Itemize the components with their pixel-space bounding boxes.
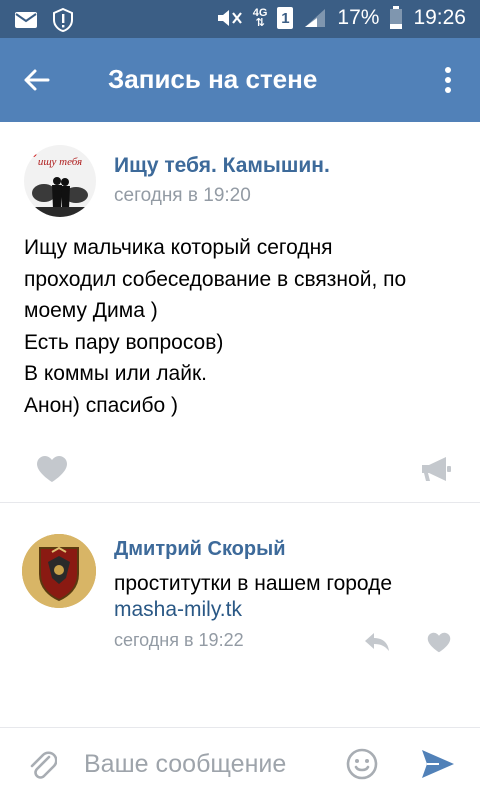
post-text-line: проходил собеседование в связной, по: [24, 267, 407, 291]
post-text-line: В коммы или лайк.: [24, 362, 207, 385]
post-text-line: Есть пару вопросов): [24, 330, 224, 354]
attach-button[interactable]: [24, 744, 60, 784]
megaphone-icon: [422, 457, 451, 481]
status-bar: 4G ⇅ 1 17% 19:26: [0, 0, 480, 38]
heart-icon: [37, 456, 67, 482]
reply-icon: [365, 633, 389, 651]
mute-icon: [215, 7, 243, 29]
more-options-button[interactable]: [430, 58, 466, 102]
send-button[interactable]: [418, 746, 458, 782]
post-author-name[interactable]: Ищу тебя. Камышин.: [114, 154, 330, 178]
battery-icon: [389, 6, 403, 30]
emoji-button[interactable]: [344, 746, 380, 782]
more-vertical-icon: [445, 67, 451, 93]
post-author-avatar[interactable]: ищу тебя: [24, 145, 96, 217]
comment-author-avatar[interactable]: [22, 534, 96, 608]
message-input[interactable]: [84, 742, 334, 786]
clock: 19:26: [413, 6, 466, 29]
post-text-line: Ищу мальчика который сегодня: [24, 236, 333, 259]
sim-icon: 1: [277, 7, 294, 29]
back-button[interactable]: [14, 58, 58, 102]
network-type: 4G ⇅: [252, 7, 268, 29]
comment-reply-button[interactable]: [362, 628, 392, 656]
composer-divider: [0, 727, 480, 728]
smile-icon: [346, 748, 378, 780]
paperclip-icon: [30, 751, 57, 779]
post-text-line: моему Дима ): [24, 299, 158, 322]
avatar-caption: ищу тебя: [38, 156, 82, 168]
page-title: Запись на стене: [108, 64, 318, 94]
mail-icon: [14, 11, 38, 29]
comment-like-button[interactable]: [424, 628, 454, 656]
app-bar: Запись на стене: [0, 38, 480, 122]
comment-text: проститутки в нашем городе: [114, 572, 393, 595]
send-icon: [422, 750, 454, 778]
battery-percent: 17%: [337, 6, 380, 29]
heart-icon: [427, 632, 451, 652]
alert-icon: [52, 8, 74, 32]
comment-author-name[interactable]: Дмитрий Скорый: [114, 538, 286, 561]
post-share-button[interactable]: [418, 452, 454, 486]
post-text-line: Анон) спасибо ): [24, 393, 179, 417]
comment-link[interactable]: masha-mily.tk: [114, 598, 242, 622]
signal-icon: [303, 7, 327, 29]
post-divider: [0, 502, 480, 503]
post-text: Ищу мальчика который сегодня проходил со…: [24, 232, 464, 421]
back-arrow-icon: [24, 69, 50, 91]
comment-timestamp: сегодня в 19:22: [114, 630, 244, 650]
post-timestamp: сегодня в 19:20: [114, 185, 251, 206]
post-like-button[interactable]: [34, 452, 70, 486]
